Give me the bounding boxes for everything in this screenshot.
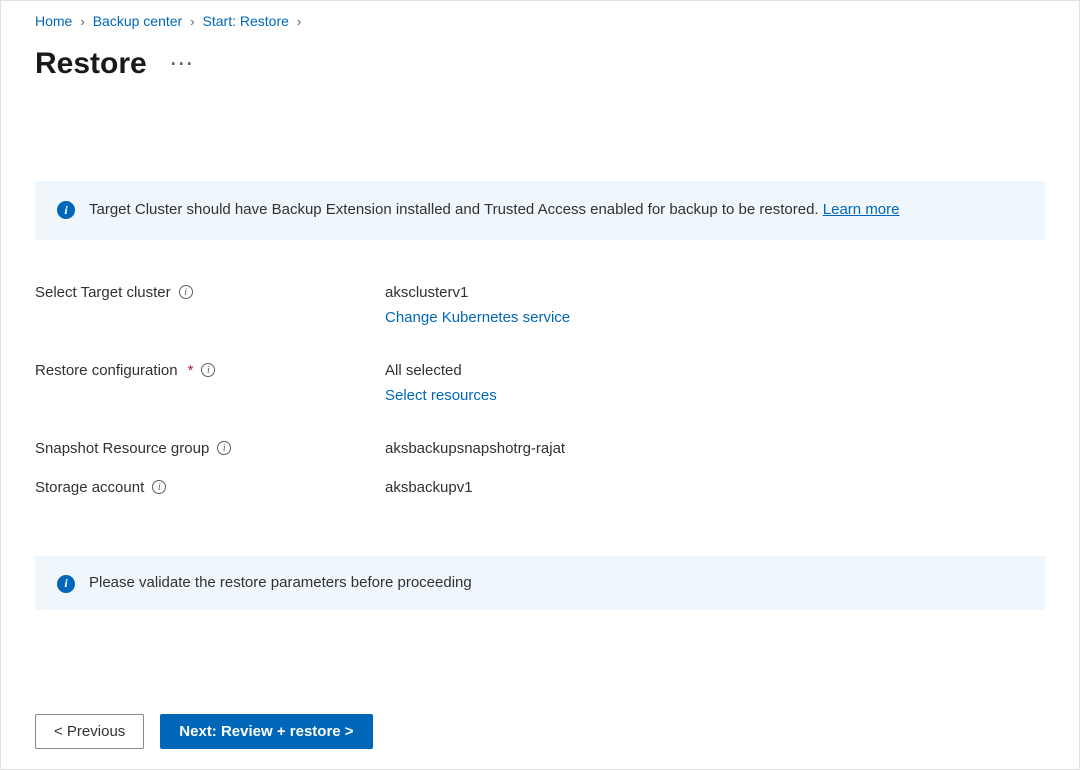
value-restore-config: All selected	[385, 362, 497, 379]
page-title: Restore	[35, 47, 147, 81]
chevron-right-icon: ›	[297, 14, 301, 29]
label-target-cluster: Select Target cluster i	[35, 284, 385, 301]
change-kubernetes-service-link[interactable]: Change Kubernetes service	[385, 309, 570, 326]
row-snapshot-rg: Snapshot Resource group i aksbackupsnaps…	[35, 440, 1045, 457]
info-hint-icon[interactable]: i	[152, 480, 166, 494]
info-hint-icon[interactable]: i	[217, 441, 231, 455]
more-icon[interactable]: ···	[171, 54, 195, 75]
breadcrumb-home[interactable]: Home	[35, 13, 72, 29]
validate-banner-text: Please validate the restore parameters b…	[89, 572, 472, 595]
value-target-cluster: aksclusterv1	[385, 284, 570, 301]
required-asterisk: *	[188, 362, 194, 379]
breadcrumb: Home › Backup center › Start: Restore ›	[35, 13, 1045, 29]
row-storage-account: Storage account i aksbackupv1	[35, 479, 1045, 496]
chevron-right-icon: ›	[80, 14, 84, 29]
info-icon: i	[57, 201, 75, 219]
previous-button[interactable]: < Previous	[35, 714, 144, 749]
chevron-right-icon: ›	[190, 14, 194, 29]
info-hint-icon[interactable]: i	[179, 285, 193, 299]
learn-more-link[interactable]: Learn more	[823, 201, 900, 218]
select-resources-link[interactable]: Select resources	[385, 387, 497, 404]
footer: < Previous Next: Review + restore >	[35, 714, 1045, 749]
row-target-cluster: Select Target cluster i aksclusterv1 Cha…	[35, 284, 1045, 326]
breadcrumb-start-restore[interactable]: Start: Restore	[203, 13, 289, 29]
label-snapshot-rg: Snapshot Resource group i	[35, 440, 385, 457]
info-icon: i	[57, 575, 75, 593]
info-hint-icon[interactable]: i	[201, 363, 215, 377]
label-storage-account: Storage account i	[35, 479, 385, 496]
page-header: Restore ···	[35, 47, 1045, 81]
value-storage-account: aksbackupv1	[385, 479, 473, 496]
value-snapshot-rg: aksbackupsnapshotrg-rajat	[385, 440, 565, 457]
label-restore-config: Restore configuration* i	[35, 362, 385, 379]
next-review-restore-button[interactable]: Next: Review + restore >	[160, 714, 372, 749]
info-banner: i Target Cluster should have Backup Exte…	[35, 181, 1045, 240]
info-banner-text: Target Cluster should have Backup Extens…	[89, 199, 900, 222]
validate-banner: i Please validate the restore parameters…	[35, 556, 1045, 611]
breadcrumb-backup-center[interactable]: Backup center	[93, 13, 183, 29]
row-restore-config: Restore configuration* i All selected Se…	[35, 362, 1045, 404]
